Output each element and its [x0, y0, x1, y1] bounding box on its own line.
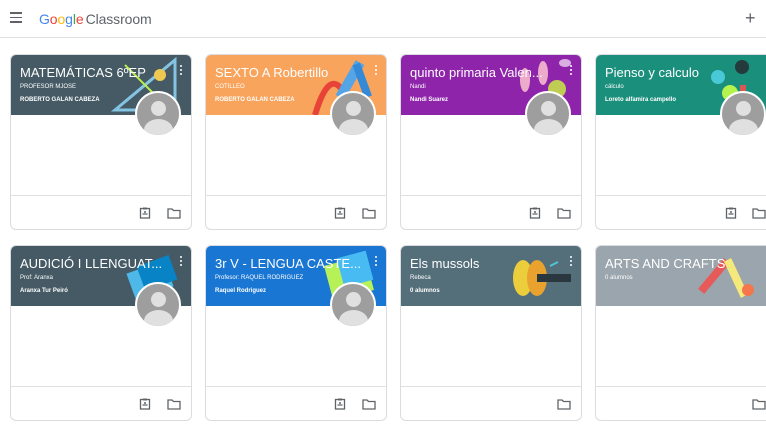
folder-icon[interactable]: [167, 207, 181, 219]
more-options-icon[interactable]: [569, 65, 573, 77]
teacher-avatar: [330, 91, 376, 137]
tape-icon: [513, 260, 571, 296]
google-classroom-logo[interactable]: Google Classroom: [39, 11, 152, 27]
class-section: cálculo: [605, 84, 624, 90]
crafts-icon: [698, 258, 754, 298]
top-app-bar: Google Classroom +: [0, 0, 766, 38]
class-card-footer: [206, 195, 386, 229]
class-title[interactable]: quinto primaria Valen...: [410, 65, 560, 80]
class-section: Prof: Aranxa: [20, 275, 54, 281]
class-card-footer: [11, 386, 191, 420]
classwork-icon[interactable]: [139, 207, 153, 219]
add-class-plus-icon[interactable]: +: [745, 9, 756, 27]
brand-letter: e: [75, 11, 84, 27]
class-card[interactable]: SEXTO A Robertillo COTILLEO ROBERTO GALA…: [205, 54, 387, 230]
class-title[interactable]: AUDICIÓ I LLENGUAT...: [20, 256, 170, 271]
folder-icon[interactable]: [752, 207, 766, 219]
folder-icon[interactable]: [752, 398, 766, 410]
class-title[interactable]: Pienso y calculo: [605, 65, 755, 80]
folder-icon[interactable]: [557, 207, 571, 219]
class-card[interactable]: ARTS AND CRAFTS 0 alumnos: [595, 245, 766, 421]
class-card[interactable]: MATEMÁTICAS 6ºEP PROFESOR MJOSE ROBERTO …: [10, 54, 192, 230]
teacher-avatar: [525, 91, 571, 137]
class-section: 0 alumnos: [605, 275, 633, 281]
class-section: Rebeca: [410, 275, 431, 281]
class-title[interactable]: SEXTO A Robertillo: [215, 65, 365, 80]
classwork-icon[interactable]: [529, 207, 543, 219]
class-card-footer: [401, 386, 581, 420]
class-teacher: ROBERTO GALAN CABEZA: [215, 97, 295, 103]
folder-icon[interactable]: [362, 207, 376, 219]
class-card[interactable]: AUDICIÓ I LLENGUAT... Prof: Aranxa Aranx…: [10, 245, 192, 421]
classwork-icon[interactable]: [139, 398, 153, 410]
class-teacher: Aranxa Tur Peiró: [20, 288, 68, 294]
more-options-icon[interactable]: [569, 256, 573, 268]
class-card-footer: [206, 386, 386, 420]
class-card[interactable]: 3r V - LENGUA CASTE... Profesor: RAQUEL …: [205, 245, 387, 421]
class-card-footer: [596, 386, 766, 420]
class-card[interactable]: quinto primaria Valen... Nandi Nandi Sua…: [400, 54, 582, 230]
class-banner: Els mussols Rebeca 0 alumnos: [401, 246, 581, 306]
class-section: COTILLEO: [215, 84, 245, 90]
teacher-avatar: [330, 282, 376, 328]
hamburger-menu-icon[interactable]: [10, 12, 22, 24]
folder-icon[interactable]: [167, 398, 181, 410]
classwork-icon[interactable]: [725, 207, 739, 219]
brand-letter: G: [39, 11, 50, 27]
teacher-avatar: [135, 91, 181, 137]
classwork-icon[interactable]: [334, 207, 348, 219]
more-options-icon[interactable]: [374, 65, 378, 77]
class-card-footer: [11, 195, 191, 229]
more-options-icon[interactable]: [179, 65, 183, 77]
class-title[interactable]: Els mussols: [410, 256, 560, 271]
class-section: Nandi: [410, 84, 426, 90]
more-options-icon[interactable]: [374, 256, 378, 268]
class-title[interactable]: MATEMÁTICAS 6ºEP: [20, 65, 170, 80]
folder-icon[interactable]: [362, 398, 376, 410]
class-card-footer: [401, 195, 581, 229]
class-card[interactable]: Pienso y calculo cálculo Loreto alfamira…: [595, 54, 766, 230]
class-teacher: Loreto alfamira campello: [605, 97, 677, 103]
class-section: PROFESOR MJOSE: [20, 84, 77, 90]
teacher-avatar: [720, 91, 766, 137]
more-options-icon[interactable]: [179, 256, 183, 268]
class-teacher: 0 alumnos: [410, 288, 440, 294]
class-section: Profesor: RAQUEL RODRIGUEZ: [215, 275, 304, 281]
class-teacher: Nandi Suarez: [410, 97, 449, 103]
class-title[interactable]: 3r V - LENGUA CASTE...: [215, 256, 365, 271]
class-title[interactable]: ARTS AND CRAFTS: [605, 256, 755, 271]
classwork-icon[interactable]: [334, 398, 348, 410]
brand-suffix: Classroom: [85, 11, 152, 27]
class-card-footer: [596, 195, 766, 229]
class-teacher: ROBERTO GALAN CABEZA: [20, 97, 100, 103]
class-teacher: Raquel Rodriguez: [215, 288, 267, 294]
class-card[interactable]: Els mussols Rebeca 0 alumnos: [400, 245, 582, 421]
brand-letter: g: [65, 11, 73, 27]
class-banner: ARTS AND CRAFTS 0 alumnos: [596, 246, 766, 306]
teacher-avatar: [135, 282, 181, 328]
folder-icon[interactable]: [557, 398, 571, 410]
